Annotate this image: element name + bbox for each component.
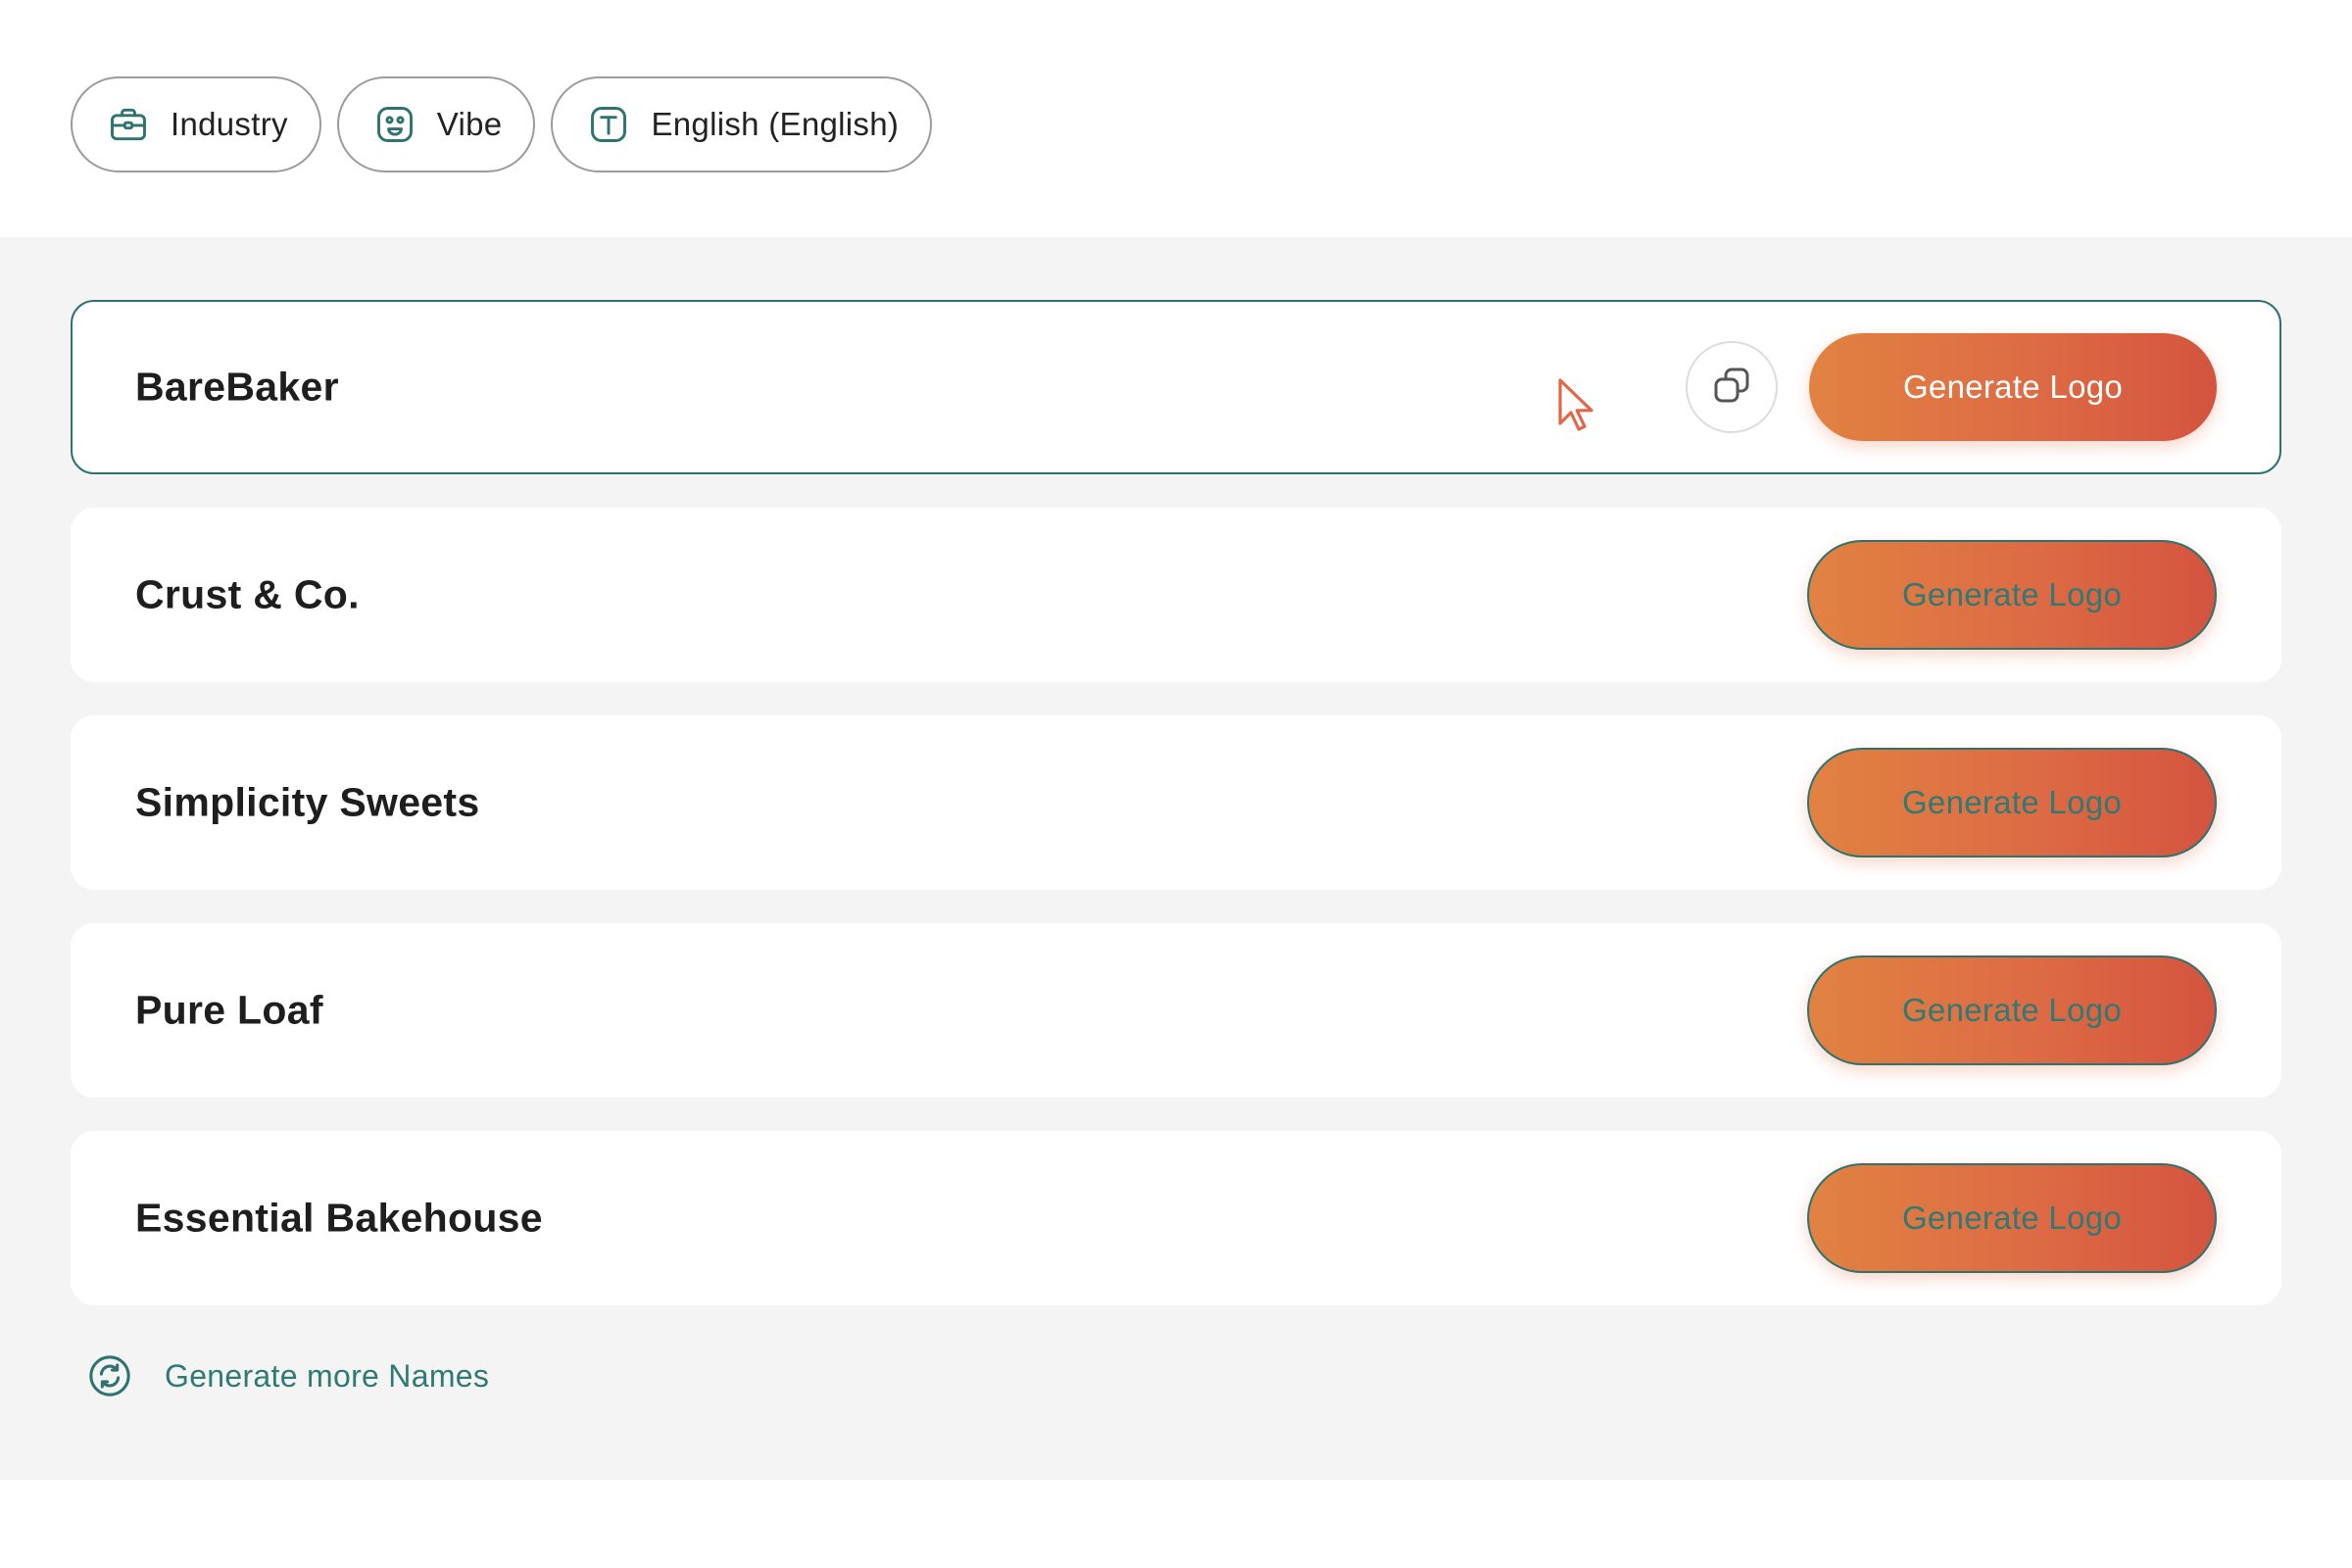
vibe-filter-chip[interactable]: Vibe bbox=[336, 76, 536, 172]
generate-logo-button[interactable]: Generate Logo bbox=[1807, 748, 2217, 858]
name-card[interactable]: Crust & Co. Generate Logo bbox=[71, 508, 2281, 682]
industry-filter-label: Industry bbox=[171, 106, 288, 142]
generate-logo-button[interactable]: Generate Logo bbox=[1807, 1163, 2217, 1273]
text-icon bbox=[586, 102, 631, 147]
language-filter-chip[interactable]: English (English) bbox=[551, 76, 933, 172]
name-card[interactable]: Simplicity Sweets Generate Logo bbox=[71, 715, 2281, 890]
generate-logo-button[interactable]: Generate Logo bbox=[1807, 956, 2217, 1065]
industry-filter-chip[interactable]: Industry bbox=[71, 76, 321, 172]
business-name: Crust & Co. bbox=[135, 571, 360, 617]
name-card[interactable]: BareBaker Generate Logo bbox=[71, 300, 2281, 474]
refresh-icon bbox=[86, 1352, 133, 1399]
briefcase-icon bbox=[106, 102, 151, 147]
business-name: Simplicity Sweets bbox=[135, 779, 480, 825]
generate-more-names-link[interactable]: Generate more Names bbox=[86, 1352, 489, 1399]
generate-more-names-label: Generate more Names bbox=[165, 1357, 490, 1394]
business-name: Pure Loaf bbox=[135, 987, 323, 1033]
name-card[interactable]: Pure Loaf Generate Logo bbox=[71, 923, 2281, 1098]
vibe-filter-label: Vibe bbox=[436, 106, 503, 142]
generate-logo-button[interactable]: Generate Logo bbox=[1809, 333, 2217, 441]
name-results-panel: BareBaker Generate Logo Crust & Co. Gene… bbox=[0, 237, 2352, 1480]
business-name: BareBaker bbox=[135, 364, 339, 410]
business-name: Essential Bakehouse bbox=[135, 1195, 543, 1241]
mouse-cursor-icon bbox=[1554, 376, 1597, 435]
copy-icon bbox=[1708, 362, 1755, 414]
name-card[interactable]: Essential Bakehouse Generate Logo bbox=[71, 1131, 2281, 1305]
filter-bar: Industry Vibe English (English) bbox=[71, 76, 933, 172]
copy-button[interactable] bbox=[1686, 341, 1778, 433]
generate-logo-button[interactable]: Generate Logo bbox=[1807, 540, 2217, 650]
language-filter-label: English (English) bbox=[651, 106, 900, 142]
smiley-icon bbox=[372, 102, 417, 147]
